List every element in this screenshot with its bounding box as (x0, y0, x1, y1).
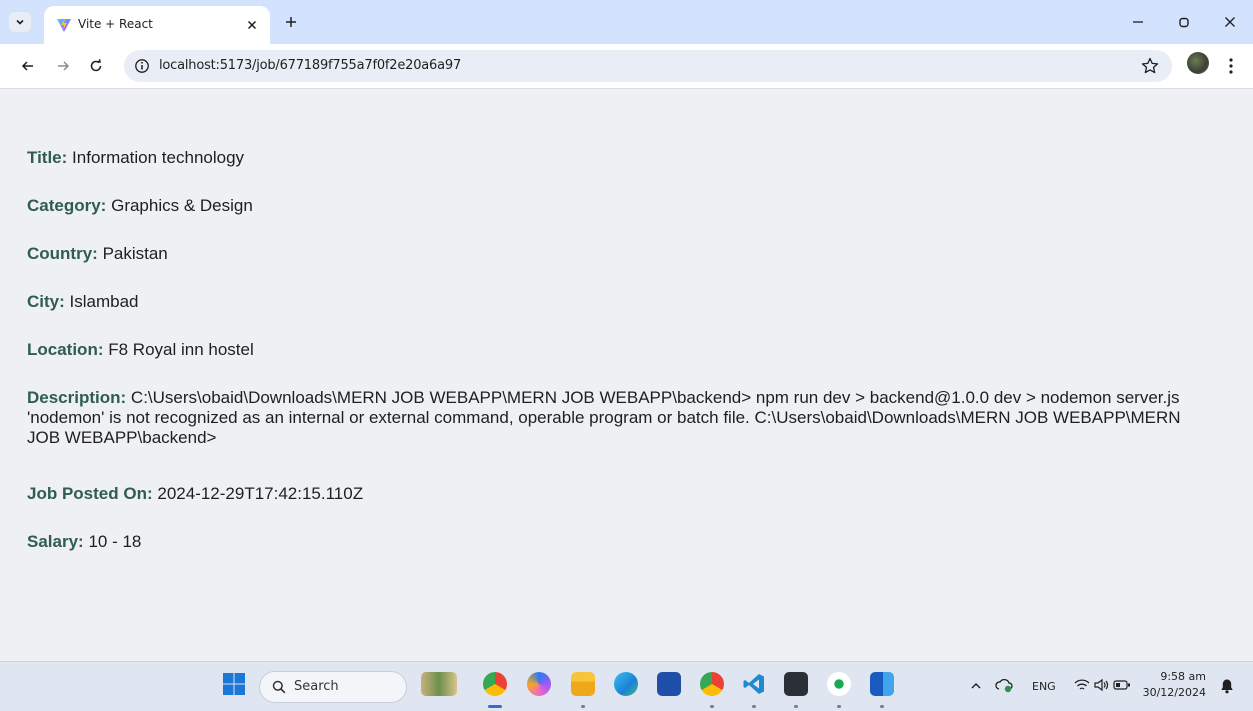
job-country-value: Pakistan (102, 244, 168, 263)
new-tab-button[interactable] (282, 13, 300, 31)
chrome-profile-running-dot (710, 705, 714, 708)
plus-icon (286, 17, 296, 27)
mongodb-running-dot (837, 705, 841, 708)
job-details-page: Title: Information technology Category: … (0, 89, 1253, 660)
vite-logo-icon (57, 18, 71, 32)
mongodb-compass-icon[interactable] (827, 672, 851, 696)
job-city-label: City: (27, 292, 65, 311)
edge-icon[interactable] (614, 672, 638, 696)
file-explorer-icon[interactable] (571, 672, 595, 696)
taskbar-time[interactable]: 9:58 am (1154, 670, 1206, 683)
address-bar[interactable]: localhost:5173/job/677189f755a7f0f2e20a6… (124, 50, 1172, 82)
more-menu-icon[interactable] (1223, 56, 1239, 76)
job-country-row: Country: Pakistan (27, 244, 1217, 264)
job-description-value: C:\Users\obaid\Downloads\MERN JOB WEBAPP… (27, 388, 1181, 447)
chrome-profile-icon[interactable] (700, 672, 724, 696)
url-text[interactable]: localhost:5173/job/677189f755a7f0f2e20a6… (159, 58, 461, 73)
job-country-label: Country: (27, 244, 98, 263)
chevron-down-icon (16, 19, 24, 25)
minimize-icon (1133, 21, 1143, 23)
forward-button[interactable] (53, 56, 73, 76)
job-posted-label: Job Posted On: (27, 484, 153, 503)
job-location-row: Location: F8 Royal inn hostel (27, 340, 1217, 360)
bookmark-star-icon[interactable] (1140, 56, 1160, 76)
close-tab-button[interactable] (242, 15, 262, 35)
job-salary-label: Salary: (27, 532, 84, 551)
site-info-icon[interactable] (134, 58, 150, 74)
browser-tab-bar: Vite + React (0, 0, 1253, 44)
job-location-label: Location: (27, 340, 104, 359)
reload-icon (90, 59, 102, 72)
close-icon (247, 20, 257, 30)
chevron-up-icon[interactable] (970, 680, 982, 692)
job-category-row: Category: Graphics & Design (27, 196, 1217, 216)
job-city-value: Islambad (69, 292, 139, 311)
job-posted-value: 2024-12-29T17:42:15.110Z (157, 484, 364, 503)
tab-search-button[interactable] (9, 12, 31, 32)
wifi-icon[interactable] (1074, 678, 1090, 692)
battery-icon[interactable] (1113, 679, 1131, 691)
explorer-running-dot (581, 705, 585, 708)
job-title-row: Title: Information technology (27, 148, 1217, 168)
job-description-row: Description: C:\Users\obaid\Downloads\ME… (27, 388, 1217, 448)
vscode-running-dot (752, 705, 756, 708)
taskbar-search-label: Search (294, 679, 339, 694)
job-location-value: F8 Royal inn hostel (108, 340, 254, 359)
job-city-row: City: Islambad (27, 292, 1217, 312)
browser-tab-active[interactable]: Vite + React (44, 6, 270, 44)
cloud-sync-icon[interactable] (995, 677, 1013, 693)
microsoft-store-icon[interactable] (657, 672, 681, 696)
job-posted-row: Job Posted On: 2024-12-29T17:42:15.110Z (27, 484, 1217, 504)
taskbar-date[interactable]: 30/12/2024 (1142, 686, 1206, 699)
word-icon[interactable] (870, 672, 894, 696)
terminal-icon[interactable] (784, 672, 808, 696)
arrow-left-icon (21, 61, 33, 71)
job-description-label: Description: (27, 388, 127, 407)
word-running-dot (880, 705, 884, 708)
back-button[interactable] (18, 56, 38, 76)
search-icon (272, 680, 286, 694)
windows-start-icon[interactable] (222, 672, 246, 696)
job-category-value: Graphics & Design (111, 196, 253, 215)
arrow-right-icon (58, 61, 70, 71)
tab-title: Vite + React (78, 17, 153, 31)
widgets-icon[interactable] (421, 672, 457, 696)
chrome-icon[interactable] (483, 672, 507, 696)
restore-window-button[interactable] (1174, 12, 1194, 32)
notification-bell-icon[interactable] (1220, 678, 1234, 694)
job-salary-row: Salary: 10 - 18 (27, 532, 1217, 552)
taskbar-search-box[interactable]: Search (259, 671, 407, 703)
copilot-icon[interactable] (527, 672, 551, 696)
minimize-window-button[interactable] (1128, 12, 1148, 32)
job-salary-value: 10 - 18 (88, 532, 142, 551)
windows-taskbar: Search ENG 9:58 am 30/12/2024 (0, 661, 1253, 711)
job-title-value: Information technology (72, 148, 245, 167)
job-category-label: Category: (27, 196, 107, 215)
restore-icon (1179, 17, 1189, 28)
close-icon (1225, 17, 1235, 27)
job-title-label: Title: (27, 148, 68, 167)
browser-toolbar: localhost:5173/job/677189f755a7f0f2e20a6… (0, 44, 1253, 89)
profile-avatar[interactable] (1187, 52, 1209, 74)
close-window-button[interactable] (1220, 12, 1240, 32)
terminal-running-dot (794, 705, 798, 708)
chrome-active-indicator (488, 705, 502, 708)
reload-button[interactable] (86, 56, 106, 76)
language-indicator[interactable]: ENG (1032, 680, 1056, 693)
volume-icon[interactable] (1093, 678, 1109, 692)
vscode-icon[interactable] (742, 672, 766, 696)
